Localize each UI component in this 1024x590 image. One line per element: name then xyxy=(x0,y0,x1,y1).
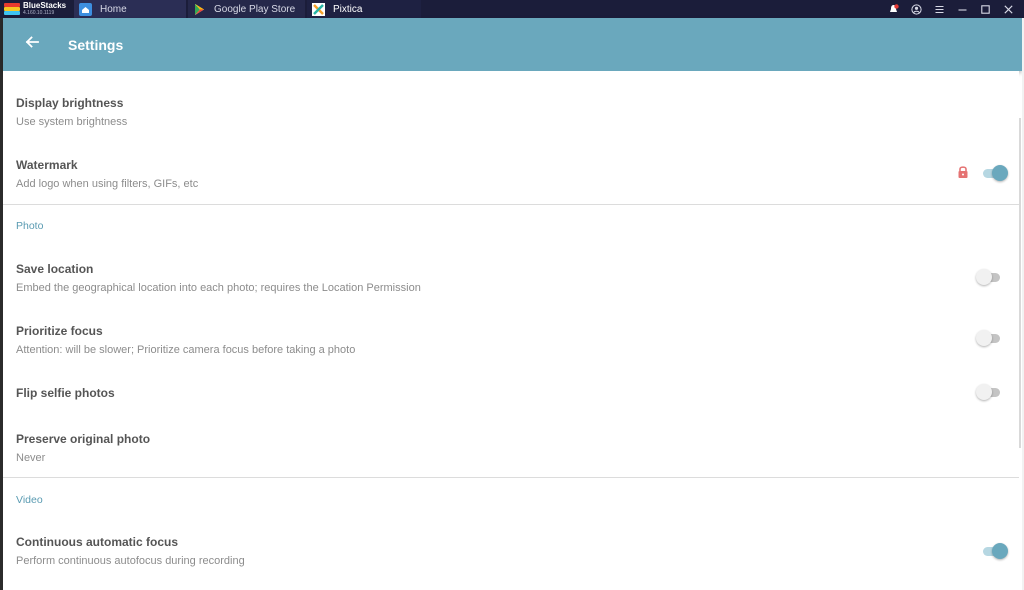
setting-prioritize-focus[interactable]: Prioritize focus Attention: will be slow… xyxy=(3,317,1019,369)
setting-title: Save location xyxy=(16,262,94,276)
pixtica-app-icon xyxy=(311,2,325,16)
setting-title: Display brightness xyxy=(16,96,124,110)
setting-subtitle: Use system brightness xyxy=(16,116,128,128)
setting-subtitle: Attention: will be slower; Prioritize ca… xyxy=(16,344,356,356)
bluestacks-brand: BlueStacks 4.160.10.1119 xyxy=(0,0,74,18)
setting-subtitle: Perform continuous autofocus during reco… xyxy=(16,555,245,567)
tab-pixtica[interactable]: Pixtica xyxy=(307,0,421,18)
watermark-toggle[interactable] xyxy=(981,165,1009,181)
setting-title: Preserve original photo xyxy=(16,432,151,446)
flip-selfie-toggle[interactable] xyxy=(976,384,1004,400)
setting-continuous-focus[interactable]: Continuous automatic focus Perform conti… xyxy=(3,529,1019,581)
section-header-photo: Photo xyxy=(16,220,44,232)
tab-home[interactable]: Home xyxy=(74,0,186,18)
maximize-icon[interactable] xyxy=(974,0,997,18)
bluestacks-titlebar: BlueStacks 4.160.10.1119 Home Google Pla… xyxy=(0,0,1024,18)
setting-subtitle: Never xyxy=(16,452,46,464)
minimize-icon[interactable] xyxy=(951,0,974,18)
setting-title: Prioritize focus xyxy=(16,324,103,338)
page-title: Settings xyxy=(68,36,124,53)
tab-home-label: Home xyxy=(100,3,127,15)
home-icon xyxy=(78,2,92,16)
brand-name: BlueStacks xyxy=(23,1,67,10)
prioritize-focus-toggle[interactable] xyxy=(976,330,1004,346)
setting-preserve-original[interactable]: Preserve original photo Never xyxy=(3,426,1019,478)
brand-version: 4.160.10.1119 xyxy=(23,10,55,16)
section-divider xyxy=(3,477,1019,478)
bluestacks-logo-icon xyxy=(4,2,20,16)
notification-icon[interactable] xyxy=(882,0,905,18)
tab-pixtica-label: Pixtica xyxy=(333,3,363,15)
back-arrow-icon xyxy=(24,34,40,55)
tab-google-play-store-label: Google Play Store xyxy=(214,3,296,15)
setting-title: Continuous automatic focus xyxy=(16,535,178,549)
setting-title: Watermark xyxy=(16,158,78,172)
setting-watermark[interactable]: Watermark Add logo when using filters, G… xyxy=(3,151,1019,203)
setting-subtitle: Add logo when using filters, GIFs, etc xyxy=(16,178,199,190)
tab-google-play-store[interactable]: Google Play Store xyxy=(188,0,305,18)
app-toolbar: Settings xyxy=(3,18,1022,71)
back-button[interactable] xyxy=(4,18,60,71)
setting-flip-selfie[interactable]: Flip selfie photos xyxy=(3,377,1019,407)
setting-display-brightness[interactable]: Display brightness Use system brightness xyxy=(3,89,1019,141)
scrollbar-thumb[interactable] xyxy=(1019,118,1021,448)
section-divider xyxy=(3,204,1019,205)
section-header-video: Video xyxy=(16,494,43,506)
setting-title: Flip selfie photos xyxy=(16,386,115,400)
lock-icon xyxy=(957,165,969,179)
setting-save-location[interactable]: Save location Embed the geographical loc… xyxy=(3,255,1019,307)
close-icon[interactable] xyxy=(997,0,1020,18)
continuous-focus-toggle[interactable] xyxy=(981,543,1009,559)
menu-icon[interactable] xyxy=(928,0,951,18)
save-location-toggle[interactable] xyxy=(976,269,1004,285)
account-icon[interactable] xyxy=(905,0,928,18)
setting-subtitle: Embed the geographical location into eac… xyxy=(16,282,421,294)
settings-list: Display brightness Use system brightness… xyxy=(3,71,1019,590)
play-store-icon xyxy=(192,2,206,16)
